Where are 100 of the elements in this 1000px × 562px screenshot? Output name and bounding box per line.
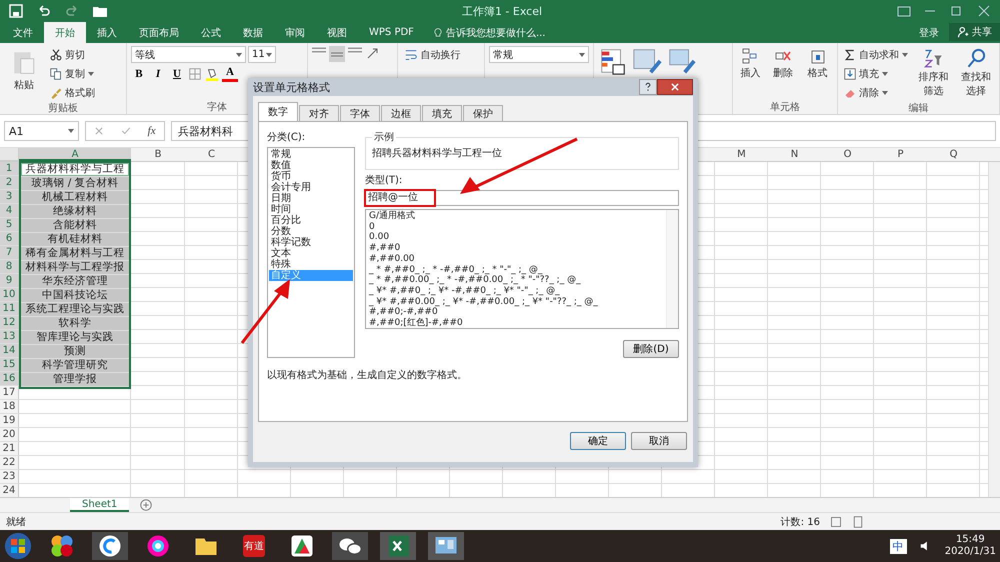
format-item[interactable]: 0 bbox=[369, 222, 663, 232]
format-item[interactable]: 0.00 bbox=[369, 232, 663, 244]
table-cell[interactable]: 华东经济管理 bbox=[21, 275, 129, 289]
category-list[interactable]: 常规 数值 货币 会计专用 日期 时间 百分比 分数 科学记数 文本 特殊 自定义 bbox=[267, 147, 355, 358]
dialog-tab[interactable]: 对齐 bbox=[299, 105, 339, 121]
table-cell[interactable]: 科学管理研究 bbox=[21, 359, 129, 373]
category-item[interactable]: 百分比 bbox=[269, 215, 353, 226]
list-scrollbar[interactable] bbox=[666, 210, 678, 328]
italic-button[interactable]: I bbox=[150, 65, 166, 82]
category-item[interactable]: 日期 bbox=[269, 193, 353, 204]
table-cell[interactable]: 中国科技论坛 bbox=[21, 289, 129, 303]
category-item[interactable]: 时间 bbox=[269, 204, 353, 215]
table-cell[interactable]: 机械工程材料 bbox=[21, 191, 129, 205]
format-button[interactable]: 格式 bbox=[802, 46, 833, 100]
ribbon-tab[interactable]: 审阅 bbox=[274, 22, 316, 43]
row-header[interactable]: 11 bbox=[0, 302, 19, 316]
row-header[interactable]: 2 bbox=[0, 176, 19, 190]
row-header[interactable]: 14 bbox=[0, 344, 19, 358]
font-color-button[interactable]: A bbox=[222, 65, 238, 82]
dialog-tab[interactable]: 数字 bbox=[258, 102, 298, 121]
row-header[interactable]: 12 bbox=[0, 316, 19, 330]
underline-button[interactable]: U bbox=[168, 65, 185, 82]
close-button[interactable] bbox=[657, 79, 693, 95]
column-header[interactable]: Q bbox=[927, 148, 980, 161]
row-header[interactable]: 23 bbox=[0, 470, 19, 484]
dialog-tab[interactable]: 字体 bbox=[340, 105, 380, 121]
dictionary-app-icon[interactable]: 有道 bbox=[243, 535, 265, 557]
delete-button[interactable]: 删除 bbox=[768, 46, 798, 100]
column-header[interactable]: C bbox=[185, 148, 238, 161]
row-header[interactable]: 13 bbox=[0, 330, 19, 344]
ribbon-tab[interactable]: 插入 bbox=[86, 22, 128, 43]
format-list[interactable] bbox=[365, 209, 679, 329]
column-header[interactable]: B bbox=[131, 148, 185, 161]
row-header[interactable]: 21 bbox=[0, 442, 19, 456]
row-header[interactable]: 8 bbox=[0, 260, 19, 274]
paste-button[interactable]: 粘贴 bbox=[4, 46, 44, 101]
column-header[interactable]: M bbox=[715, 148, 768, 161]
copy-button[interactable]: 复制 bbox=[48, 65, 97, 82]
table-cell[interactable]: 软科学 bbox=[21, 317, 129, 331]
category-item[interactable]: 货币 bbox=[269, 171, 353, 182]
ribbon-tab[interactable]: 页面布局 bbox=[128, 22, 190, 43]
sheet-tab[interactable]: Sheet1 bbox=[70, 498, 130, 512]
table-cell[interactable]: 绝缘材料 bbox=[21, 205, 129, 219]
clear-button[interactable]: 清除 bbox=[842, 84, 910, 101]
insert-button[interactable]: 插入 bbox=[737, 46, 764, 100]
autosum-button[interactable]: 自动求和 bbox=[842, 46, 910, 63]
row-header[interactable]: 18 bbox=[0, 400, 19, 414]
find-select-button[interactable]: 查找和选择 bbox=[956, 46, 995, 101]
row-header[interactable]: 1 bbox=[0, 162, 19, 176]
bold-button[interactable]: B bbox=[130, 65, 147, 82]
sign-in-link[interactable]: 登录 bbox=[909, 22, 949, 43]
ribbon-tab[interactable]: WPS PDF bbox=[358, 22, 425, 43]
format-item[interactable]: G/通用格式 bbox=[369, 211, 663, 222]
column-header[interactable]: N bbox=[768, 148, 821, 161]
row-header[interactable]: 19 bbox=[0, 414, 19, 428]
number-format-dropdown[interactable]: 常规 bbox=[489, 46, 590, 63]
row-header[interactable]: 3 bbox=[0, 190, 19, 204]
format-item[interactable]: _ * #,##0.00_ ;_ * -#,##0.00_ ;_ * "-"??_ ;_ @_ bbox=[369, 275, 663, 286]
column-header[interactable]: A bbox=[19, 148, 131, 161]
format-item[interactable]: #,##0.00 bbox=[369, 254, 663, 265]
column-header[interactable]: O bbox=[821, 148, 874, 161]
format-item[interactable]: _ ¥* #,##0.00_ ;_ ¥* -#,##0.00_ ;_ ¥* "-"??_ ;_ @_ bbox=[369, 296, 663, 308]
table-cell[interactable]: 系统工程理论与实践 bbox=[21, 303, 129, 317]
ribbon-tab[interactable]: 公式 bbox=[190, 22, 232, 43]
row-header[interactable]: 9 bbox=[0, 274, 19, 288]
format-item[interactable]: _ * #,##0_ ;_ * -#,##0_ ;_ * "-"_ ;_ @_ bbox=[369, 264, 663, 276]
cut-button[interactable]: 剪切 bbox=[48, 46, 97, 63]
table-cell[interactable]: 管理学报 bbox=[21, 373, 129, 387]
format-item[interactable]: #,##0 bbox=[369, 243, 663, 254]
table-cell[interactable]: 预测 bbox=[21, 345, 129, 359]
table-cell[interactable]: 稀有金属材料与工程 bbox=[21, 247, 129, 261]
row-header[interactable]: 6 bbox=[0, 232, 19, 246]
row-header[interactable]: 4 bbox=[0, 204, 19, 218]
category-item[interactable]: 分数 bbox=[269, 226, 353, 237]
row-header[interactable]: 15 bbox=[0, 358, 19, 372]
type-input[interactable]: 招聘@一位 bbox=[365, 190, 679, 206]
table-cell[interactable]: 智库理论与实践 bbox=[21, 331, 129, 345]
sort-filter-button[interactable]: 排序和筛选 bbox=[914, 46, 952, 101]
ribbon-tab[interactable]: 数据 bbox=[232, 22, 274, 43]
table-cell[interactable]: 材料科学与工程学报 bbox=[21, 261, 129, 275]
ribbon-tab[interactable]: 开始 bbox=[44, 22, 86, 43]
dialog-tab[interactable]: 保护 bbox=[463, 105, 503, 121]
clock[interactable]: 15:49 2020/1/31 bbox=[944, 534, 996, 558]
format-item[interactable]: #,##0;-#,##0 bbox=[369, 307, 663, 318]
help-button[interactable] bbox=[639, 79, 657, 95]
ok-button[interactable]: 确定 bbox=[570, 432, 626, 450]
font-name-dropdown[interactable]: 等线 bbox=[130, 46, 246, 63]
font-size-dropdown[interactable]: 11 bbox=[248, 46, 276, 63]
format-item[interactable]: #,##0;[红色]-#,##0 bbox=[369, 318, 663, 329]
category-item[interactable]: 特殊 bbox=[269, 259, 353, 270]
category-item[interactable]: 科学记数 bbox=[269, 237, 353, 248]
wrap-text-button[interactable]: 自动换行 bbox=[402, 46, 463, 63]
category-item[interactable]: 数值 bbox=[269, 160, 353, 171]
share-button[interactable]: 共享 bbox=[949, 23, 1000, 41]
fill-button[interactable]: 填充 bbox=[842, 65, 910, 82]
input-method-indicator[interactable]: 中 bbox=[890, 538, 907, 554]
row-header[interactable]: 16 bbox=[0, 372, 19, 386]
ribbon-tab[interactable]: 文件 bbox=[2, 22, 44, 43]
table-cell[interactable]: 兵器材料科学与工程 bbox=[21, 163, 129, 177]
format-item[interactable]: _ ¥* #,##0_ ;_ ¥* -#,##0_ ;_ ¥* "-"_ ;_ @_ bbox=[369, 286, 663, 297]
